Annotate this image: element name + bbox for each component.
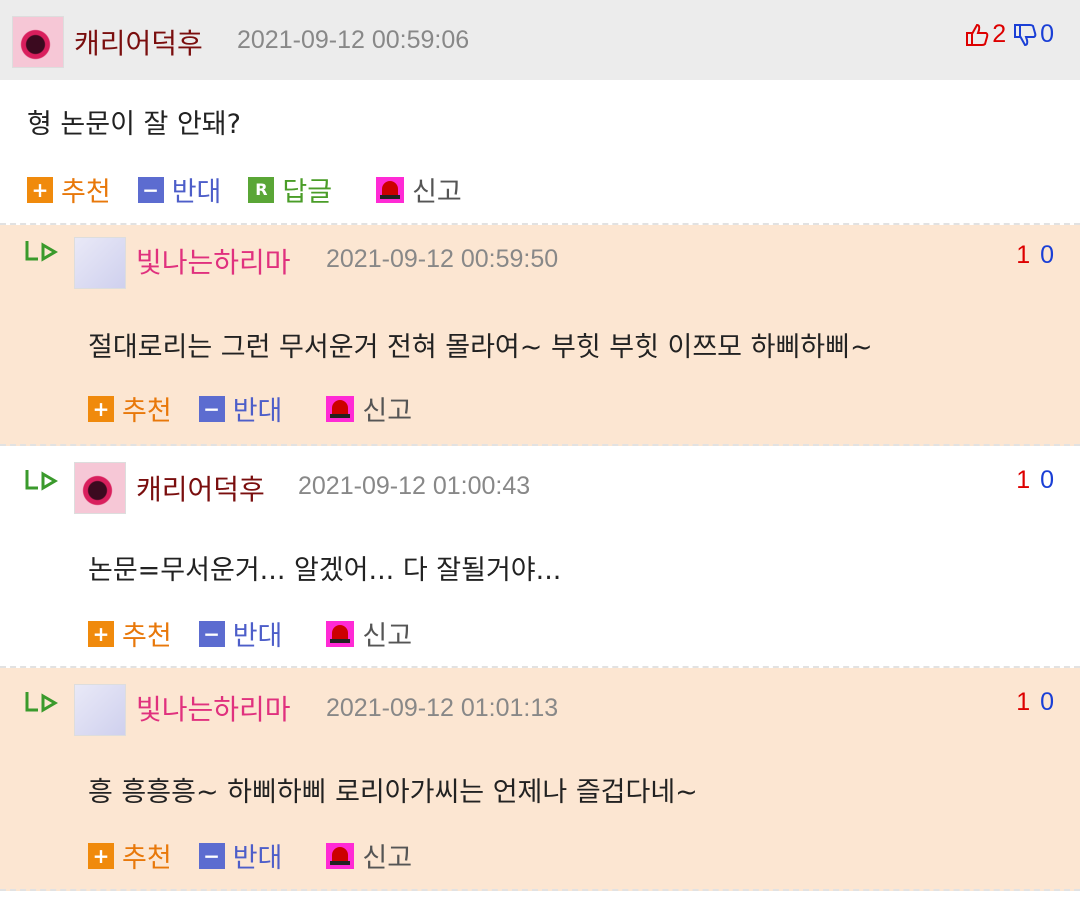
main-comment: 캐리어덕후 2021-09-12 00:59:06 2 0 형 논문이 잘 안돼… — [0, 0, 1080, 225]
avatar[interactable] — [74, 684, 126, 736]
down-count: 0 — [1040, 20, 1054, 48]
r-square-icon: R — [248, 176, 275, 203]
minus-square-icon: − — [198, 620, 225, 647]
reply-date: 2021-09-12 00:59:50 — [326, 245, 559, 273]
down-count: 0 — [1040, 688, 1054, 716]
oppose-label: 반대 — [232, 396, 283, 427]
report-label: 신고 — [362, 396, 413, 427]
comment-nickname[interactable]: 캐리어덕후 — [74, 22, 203, 62]
report-button[interactable]: 신고 — [326, 389, 412, 428]
reply-nickname[interactable]: 빛나는하리마 — [136, 241, 291, 281]
recommend-button[interactable]: + 추천 — [88, 836, 172, 875]
reply-actions: + 추천 − 반대 신고 — [88, 836, 439, 875]
thumbs-up-icon — [966, 23, 989, 46]
reply-button[interactable]: R 답글 — [248, 170, 332, 209]
siren-icon — [376, 176, 405, 203]
report-button[interactable]: 신고 — [326, 614, 412, 653]
recommend-label: 추천 — [122, 843, 172, 874]
vote-counts: 10 — [1016, 688, 1054, 717]
reply-nickname[interactable]: 빛나는하리마 — [136, 688, 291, 728]
siren-icon — [326, 842, 355, 869]
reply-body: 흥 흥흥흥~ 하삐하삐 로리아가씨는 언제나 즐겁다네~ — [88, 777, 698, 808]
avatar[interactable] — [12, 16, 64, 68]
reply-date: 2021-09-12 01:01:13 — [326, 694, 559, 722]
reply-date: 2021-09-12 01:00:43 — [298, 472, 531, 500]
reply-actions: + 추천 − 반대 신고 — [88, 389, 439, 428]
vote-counts: 10 — [1016, 466, 1054, 495]
report-button[interactable]: 신고 — [376, 170, 462, 209]
minus-square-icon: − — [198, 842, 225, 869]
reply-label: 답글 — [282, 177, 333, 208]
up-count: 2 — [992, 20, 1007, 48]
comment-date: 2021-09-12 00:59:06 — [237, 26, 470, 54]
recommend-button[interactable]: + 추천 — [88, 389, 172, 428]
reply-comment: 캐리어덕후 2021-09-12 01:00:43 10 논문=무서운거... … — [0, 446, 1080, 668]
recommend-label: 추천 — [122, 396, 172, 427]
comment-body: 형 논문이 잘 안돼? — [27, 109, 241, 140]
recommend-label: 추천 — [61, 177, 111, 208]
reply-comment: 빛나는하리마 2021-09-12 01:01:13 10 흥 흥흥흥~ 하삐하… — [0, 668, 1080, 891]
reply-comment: 빛나는하리마 2021-09-12 00:59:50 10 절대로리는 그런 무… — [0, 225, 1080, 446]
thumbs-down-icon — [1014, 23, 1037, 46]
minus-square-icon: − — [137, 176, 164, 203]
oppose-button[interactable]: − 반대 — [198, 389, 283, 428]
minus-square-icon: − — [198, 395, 225, 422]
report-label: 신고 — [412, 177, 462, 208]
reply-body: 절대로리는 그런 무서운거 전혀 몰라여~ 부힛 부힛 이쯔모 하삐하삐~ — [88, 332, 873, 363]
recommend-button[interactable]: + 추천 — [88, 614, 172, 653]
oppose-button[interactable]: − 반대 — [198, 836, 283, 875]
reply-arrow-icon — [25, 692, 58, 713]
reply-actions: + 추천 − 반대 신고 — [88, 614, 439, 653]
oppose-label: 반대 — [232, 843, 283, 874]
plus-square-icon: + — [27, 176, 53, 203]
plus-square-icon: + — [88, 395, 114, 422]
vote-counts: 10 — [1016, 241, 1054, 270]
plus-square-icon: + — [88, 620, 114, 647]
avatar[interactable] — [74, 237, 126, 289]
oppose-label: 반대 — [232, 621, 283, 652]
report-button[interactable]: 신고 — [326, 836, 412, 875]
report-label: 신고 — [362, 621, 413, 652]
reply-arrow-icon — [25, 241, 58, 262]
siren-icon — [326, 620, 355, 647]
plus-square-icon: + — [88, 842, 114, 869]
report-label: 신고 — [362, 843, 413, 874]
oppose-button[interactable]: − 반대 — [137, 170, 222, 209]
comment-header: 캐리어덕후 2021-09-12 00:59:06 2 0 — [0, 0, 1080, 80]
comment-actions: + 추천 − 반대 R 답글 신고 — [27, 170, 489, 209]
oppose-label: 반대 — [171, 177, 222, 208]
up-count: 1 — [1016, 241, 1031, 269]
up-count: 1 — [1016, 688, 1031, 716]
down-count: 0 — [1040, 241, 1054, 269]
vote-counts: 2 0 — [964, 20, 1054, 49]
siren-icon — [326, 395, 355, 422]
down-count: 0 — [1040, 466, 1054, 494]
avatar[interactable] — [74, 462, 126, 514]
recommend-label: 추천 — [122, 621, 172, 652]
oppose-button[interactable]: − 반대 — [198, 614, 283, 653]
recommend-button[interactable]: + 추천 — [27, 170, 111, 209]
reply-nickname[interactable]: 캐리어덕후 — [136, 468, 265, 508]
reply-body: 논문=무서운거... 알겠어... 다 잘될거야... — [88, 555, 562, 586]
up-count: 1 — [1016, 466, 1031, 494]
reply-arrow-icon — [25, 470, 58, 491]
